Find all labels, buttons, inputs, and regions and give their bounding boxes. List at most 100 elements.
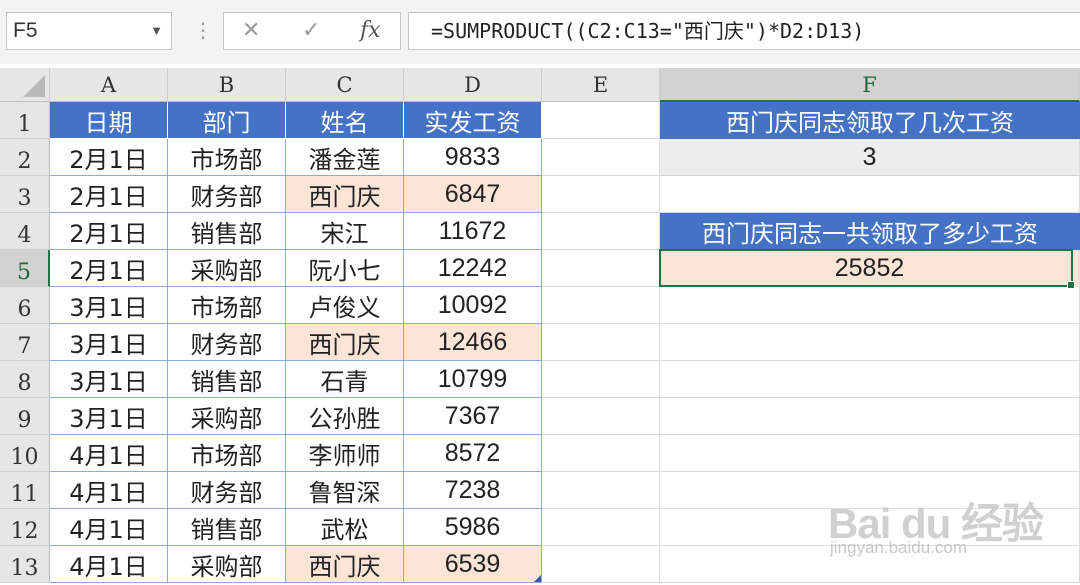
table-cell[interactable]: 财务部 <box>168 472 286 509</box>
table-cell[interactable]: 3月1日 <box>50 361 168 398</box>
more-options-icon[interactable]: ⋮ <box>193 14 213 46</box>
table-header-cell[interactable]: 实发工资 <box>404 102 542 139</box>
grid-cell[interactable] <box>660 435 1080 472</box>
table-cell[interactable]: 市场部 <box>168 139 286 176</box>
table-resize-handle[interactable] <box>534 575 541 582</box>
table-cell[interactable]: 李师师 <box>286 435 404 472</box>
row-header-12[interactable]: 12 <box>0 509 50 546</box>
grid-cell[interactable] <box>542 472 660 509</box>
table-cell[interactable]: 2月1日 <box>50 213 168 250</box>
table-cell[interactable]: 4月1日 <box>50 472 168 509</box>
table-cell[interactable]: 2月1日 <box>50 250 168 287</box>
enter-icon[interactable]: ✓ <box>302 13 320 49</box>
table-cell[interactable]: 3月1日 <box>50 398 168 435</box>
grid-cell[interactable] <box>542 546 660 583</box>
grid-cell[interactable] <box>660 324 1080 361</box>
table-cell[interactable]: 采购部 <box>168 398 286 435</box>
grid-cell[interactable] <box>660 546 1080 583</box>
chevron-down-icon[interactable]: ▼ <box>150 13 163 49</box>
grid-cell[interactable] <box>660 472 1080 509</box>
grid-cell[interactable] <box>660 361 1080 398</box>
column-header-f[interactable]: F <box>660 68 1080 102</box>
table-cell[interactable]: 采购部 <box>168 546 286 583</box>
row-header-10[interactable]: 10 <box>0 435 50 472</box>
table-cell[interactable]: 11672 <box>404 213 542 250</box>
grid-cell[interactable] <box>542 361 660 398</box>
table-cell[interactable]: 7367 <box>404 398 542 435</box>
table-cell[interactable]: 公孙胜 <box>286 398 404 435</box>
question1-title[interactable]: 西门庆同志领取了几次工资 <box>660 102 1080 139</box>
table-header-cell[interactable]: 日期 <box>50 102 168 139</box>
table-cell[interactable]: 西门庆 <box>286 546 404 583</box>
select-all-corner[interactable] <box>0 68 50 102</box>
table-cell[interactable]: 9833 <box>404 139 542 176</box>
row-header-4[interactable]: 4 <box>0 213 50 250</box>
table-cell[interactable]: 西门庆 <box>286 324 404 361</box>
formula-input[interactable]: =SUMPRODUCT((C2:C13="西门庆")*D2:D13) <box>408 12 1080 50</box>
question2-title[interactable]: 西门庆同志一共领取了多少工资 <box>660 213 1080 250</box>
row-header-2[interactable]: 2 <box>0 139 50 176</box>
table-cell[interactable]: 西门庆 <box>286 176 404 213</box>
cancel-icon[interactable]: ✕ <box>242 13 260 49</box>
table-cell[interactable]: 4月1日 <box>50 435 168 472</box>
name-box[interactable]: F5 ▼ <box>6 12 172 50</box>
grid-cell[interactable] <box>660 509 1080 546</box>
row-header-9[interactable]: 9 <box>0 398 50 435</box>
grid-cell[interactable] <box>660 287 1080 324</box>
table-header-cell[interactable]: 部门 <box>168 102 286 139</box>
table-cell[interactable]: 石青 <box>286 361 404 398</box>
table-cell[interactable]: 鲁智深 <box>286 472 404 509</box>
row-header-11[interactable]: 11 <box>0 472 50 509</box>
table-cell[interactable]: 采购部 <box>168 250 286 287</box>
row-header-3[interactable]: 3 <box>0 176 50 213</box>
question2-result[interactable]: 25852 <box>660 250 1080 287</box>
row-header-13[interactable]: 13 <box>0 546 50 583</box>
grid-cell[interactable] <box>542 509 660 546</box>
table-cell[interactable]: 2月1日 <box>50 139 168 176</box>
grid-cell[interactable] <box>542 213 660 250</box>
grid-cell[interactable] <box>542 176 660 213</box>
table-cell[interactable]: 12466 <box>404 324 542 361</box>
row-header-6[interactable]: 6 <box>0 287 50 324</box>
column-header-c[interactable]: C <box>286 68 404 102</box>
column-header-a[interactable]: A <box>50 68 168 102</box>
table-cell[interactable]: 3月1日 <box>50 324 168 361</box>
table-cell[interactable]: 武松 <box>286 509 404 546</box>
row-header-1[interactable]: 1 <box>0 102 50 139</box>
grid-cell[interactable] <box>542 398 660 435</box>
table-cell[interactable]: 3月1日 <box>50 287 168 324</box>
table-cell[interactable]: 10092 <box>404 287 542 324</box>
table-cell[interactable]: 卢俊义 <box>286 287 404 324</box>
table-cell[interactable]: 8572 <box>404 435 542 472</box>
table-cell[interactable]: 宋江 <box>286 213 404 250</box>
column-header-d[interactable]: D <box>404 68 542 102</box>
table-cell[interactable]: 4月1日 <box>50 546 168 583</box>
grid-cell[interactable] <box>542 324 660 361</box>
table-header-cell[interactable]: 姓名 <box>286 102 404 139</box>
grid-cell[interactable] <box>542 139 660 176</box>
table-cell[interactable]: 7238 <box>404 472 542 509</box>
grid-cell[interactable] <box>542 287 660 324</box>
table-cell[interactable]: 销售部 <box>168 361 286 398</box>
row-header-5[interactable]: 5 <box>0 250 50 287</box>
table-cell[interactable]: 销售部 <box>168 509 286 546</box>
table-cell[interactable]: 潘金莲 <box>286 139 404 176</box>
row-header-7[interactable]: 7 <box>0 324 50 361</box>
grid-cell[interactable] <box>542 435 660 472</box>
grid-cell[interactable] <box>660 176 1080 213</box>
grid-cell[interactable] <box>542 102 660 139</box>
table-cell[interactable]: 10799 <box>404 361 542 398</box>
question1-result[interactable]: 3 <box>660 139 1080 176</box>
column-header-b[interactable]: B <box>168 68 286 102</box>
table-cell[interactable]: 6847 <box>404 176 542 213</box>
table-cell[interactable]: 4月1日 <box>50 509 168 546</box>
table-cell[interactable]: 5986 <box>404 509 542 546</box>
table-cell[interactable]: 阮小七 <box>286 250 404 287</box>
table-cell[interactable]: 6539 <box>404 546 542 583</box>
table-cell[interactable]: 12242 <box>404 250 542 287</box>
table-cell[interactable]: 财务部 <box>168 324 286 361</box>
grid-cell[interactable] <box>542 250 660 287</box>
row-header-8[interactable]: 8 <box>0 361 50 398</box>
table-cell[interactable]: 销售部 <box>168 213 286 250</box>
insert-function-icon[interactable]: fx <box>360 13 381 49</box>
